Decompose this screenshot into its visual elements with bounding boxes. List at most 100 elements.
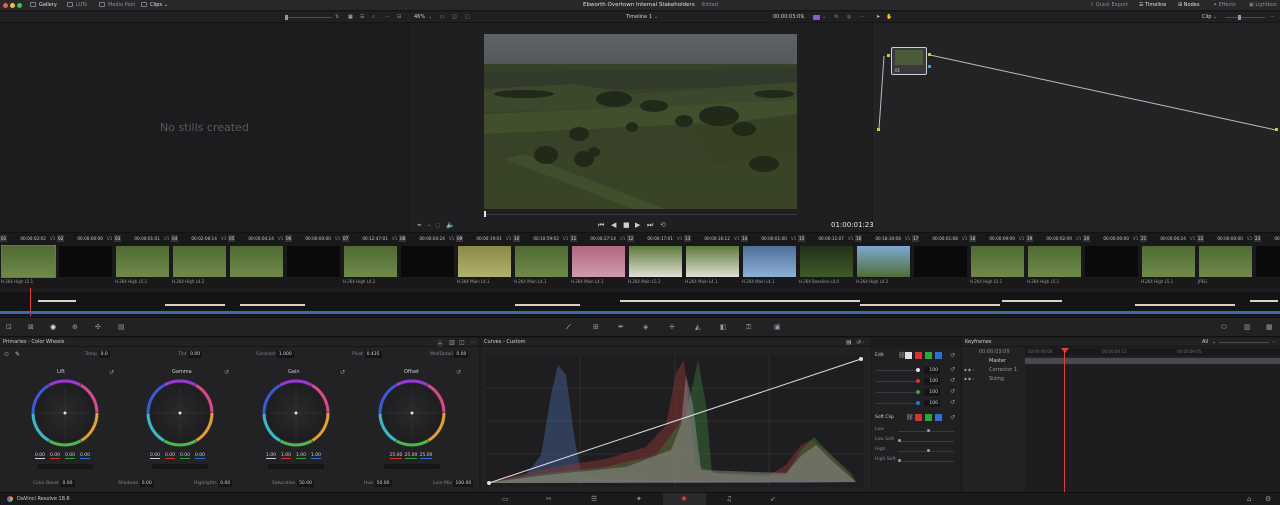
- wheel-value[interactable]: 0.00: [35, 453, 46, 459]
- qualifier-icon[interactable]: ✒: [618, 323, 624, 331]
- home-icon[interactable]: ⌂: [1247, 495, 1251, 503]
- primaries-field-tint[interactable]: Tint 0.00: [178, 351, 203, 358]
- magic-mask-icon[interactable]: ◭: [695, 323, 700, 331]
- wheel-value[interactable]: 0.00: [50, 453, 61, 459]
- wheel-value[interactable]: 25.00: [404, 453, 418, 459]
- master-wheel-slider[interactable]: [384, 464, 440, 469]
- clip-thumbnail[interactable]: 16 00:18:30:08 V1 H.264 High L4.2: [855, 233, 912, 289]
- play-icon[interactable]: ▶: [635, 221, 640, 229]
- eyedropper-icon[interactable]: ✒: [417, 222, 422, 229]
- go-to-start-icon[interactable]: ⏮: [598, 221, 604, 230]
- soft-clip-handle[interactable]: [927, 429, 930, 432]
- reset-icon[interactable]: ↺: [950, 366, 955, 373]
- channel-value[interactable]: 100: [924, 400, 940, 407]
- soft-clip-row[interactable]: High Soft: [872, 456, 962, 465]
- log-mode-icon[interactable]: ◫: [459, 339, 465, 346]
- split-view-icon[interactable]: ◫: [452, 14, 457, 20]
- options-icon[interactable]: ⋯: [385, 14, 390, 20]
- channel-value[interactable]: 100: [924, 367, 940, 374]
- wheel-value[interactable]: 1.00: [311, 453, 322, 459]
- node-editor-panel[interactable]: 01: [873, 23, 1280, 232]
- primaries-mode-icon[interactable]: ⦿: [437, 339, 443, 348]
- field-value[interactable]: 50.00: [297, 480, 314, 487]
- clips-tab[interactable]: Clips ⌄: [141, 2, 168, 9]
- keyframes-zoom-slider[interactable]: [1219, 342, 1269, 343]
- gallery-zoom-handle[interactable]: [285, 15, 288, 20]
- nodes-tab[interactable]: ⊞ Nodes: [1178, 2, 1199, 9]
- clip-thumbnail[interactable]: 17 00:00:01:08 V1: [912, 233, 969, 289]
- minimize-window-button[interactable]: [10, 3, 15, 8]
- primaries-field-lum-mix[interactable]: Lum Mix 100.00: [433, 480, 474, 487]
- chevron-down-icon[interactable]: ⌄: [1213, 14, 1217, 20]
- blue-softclip-button[interactable]: [935, 414, 942, 421]
- viewer-scrubber[interactable]: [484, 214, 797, 215]
- lightbox-tab[interactable]: ▣ Lightbox: [1249, 2, 1277, 9]
- node-input-port[interactable]: [887, 54, 890, 57]
- maximize-window-button[interactable]: [17, 3, 22, 8]
- sort-icon[interactable]: ⇅: [335, 14, 339, 20]
- annotation-icon[interactable]: ◌: [435, 222, 440, 229]
- channel-value[interactable]: 100: [924, 378, 940, 385]
- hdr-wheels-icon[interactable]: ⊕: [72, 323, 78, 331]
- reset-icon[interactable]: ↺: [224, 369, 229, 376]
- reset-icon[interactable]: ↺: [340, 369, 345, 376]
- soft-clip-slider[interactable]: [898, 451, 954, 452]
- luts-tab[interactable]: LUTs: [67, 2, 87, 9]
- clip-thumbnail[interactable]: 06 00:00:00:00 V1: [285, 233, 342, 289]
- clip-thumbnail[interactable]: 02 00:00:00:00 V1: [57, 233, 114, 289]
- channel-value[interactable]: 100: [924, 389, 940, 396]
- keyframes-filter[interactable]: All: [1202, 339, 1208, 345]
- pointer-icon[interactable]: ➤: [876, 14, 880, 20]
- clip-thumbnail[interactable]: 13 00:00:16:12 V1 H.264 Main L4.1: [684, 233, 741, 289]
- options-icon[interactable]: ⋯: [1270, 14, 1275, 20]
- highlight-mode-icon[interactable]: [813, 15, 820, 20]
- clip-thumbnail[interactable]: 10 00:10:59:02 V1 H.264 Main L4.1: [513, 233, 570, 289]
- node-zoom-handle[interactable]: [1238, 15, 1241, 20]
- field-value[interactable]: 0.00: [139, 480, 154, 487]
- sizing-icon[interactable]: ▣: [774, 323, 781, 331]
- window-icon[interactable]: ◈: [643, 323, 648, 331]
- reset-icon[interactable]: ↺: [856, 339, 861, 346]
- node-key-port[interactable]: [928, 65, 931, 68]
- curves-graph[interactable]: [486, 355, 864, 487]
- master-wheel-slider[interactable]: [37, 464, 93, 469]
- primaries-field-color-boost[interactable]: Color Boost 0.00: [33, 480, 75, 487]
- field-value[interactable]: 0.00: [454, 351, 469, 358]
- channel-intensity-row[interactable]: 100 ↺: [872, 366, 962, 375]
- reset-icon[interactable]: ↺: [950, 388, 955, 395]
- clip-thumbnail[interactable]: 19 00:00:02:09 V1 H.264 High L5.1: [1026, 233, 1083, 289]
- motion-effects-icon[interactable]: ▤: [118, 323, 125, 331]
- audio-icon[interactable]: 🔈: [446, 221, 455, 229]
- timeline-tab[interactable]: ☰ Timeline: [1139, 2, 1166, 9]
- camera-raw-icon[interactable]: ⊡: [6, 323, 12, 331]
- curves-menu-icon[interactable]: ▤: [846, 339, 852, 346]
- primaries-field-shadows[interactable]: Shadows 0.00: [118, 480, 154, 487]
- gallery-tab[interactable]: Gallery: [30, 2, 57, 9]
- chevron-down-icon[interactable]: ⌄: [428, 14, 432, 20]
- channel-slider[interactable]: [876, 381, 916, 382]
- auto-balance-icon[interactable]: ⊙: [4, 351, 9, 358]
- master-wheel-slider[interactable]: [152, 464, 208, 469]
- soft-clip-handle[interactable]: [898, 439, 901, 442]
- lock-icon[interactable]: ▪ ◆ ›: [964, 367, 974, 372]
- color-wheel[interactable]: [145, 378, 215, 448]
- primaries-field-hue[interactable]: Hue 50.00: [364, 480, 392, 487]
- viewer-frame[interactable]: [484, 34, 797, 209]
- field-value[interactable]: 50.00: [374, 480, 392, 487]
- reset-icon[interactable]: ↺: [456, 369, 461, 376]
- field-value[interactable]: 0.00: [188, 351, 203, 358]
- color-wheel[interactable]: [30, 378, 100, 448]
- fairlight-page-icon[interactable]: ♫: [726, 495, 732, 503]
- playhead-marker-icon[interactable]: [1061, 348, 1069, 353]
- red-channel-button[interactable]: [915, 352, 922, 359]
- edit-page-icon[interactable]: ☰: [591, 495, 597, 503]
- grid-view-icon[interactable]: ▦: [348, 14, 353, 20]
- wheel-value[interactable]: 0.00: [165, 453, 176, 459]
- color-wheels-icon[interactable]: ◉: [50, 323, 56, 331]
- channel-slider[interactable]: [876, 403, 916, 404]
- safe-area-icon[interactable]: ▢: [465, 14, 470, 20]
- info-icon[interactable]: ▦: [1266, 323, 1273, 331]
- clip-thumbnail[interactable]: 18 00:00:09:09 V1 H.264 High L5.1: [969, 233, 1026, 289]
- white-balance-picker-icon[interactable]: ✎: [15, 351, 20, 358]
- bars-mode-icon[interactable]: ▥: [449, 339, 455, 346]
